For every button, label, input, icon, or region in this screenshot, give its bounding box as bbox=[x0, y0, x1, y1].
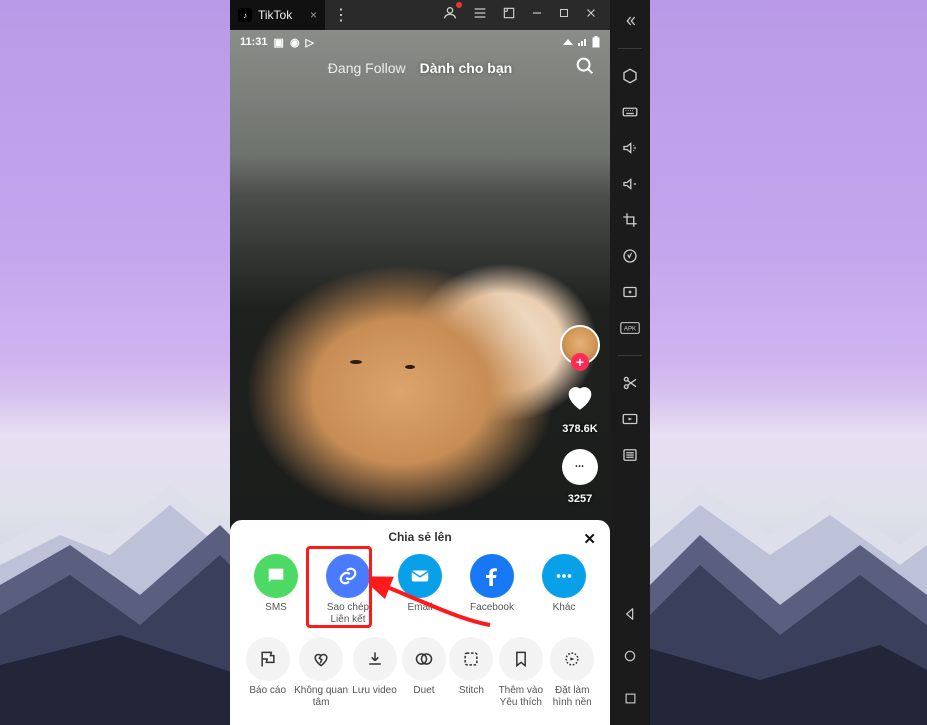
action-save[interactable]: Lưu video bbox=[350, 637, 400, 708]
more-icon bbox=[542, 554, 586, 598]
hexagon-icon[interactable] bbox=[619, 65, 641, 87]
share-facebook[interactable]: Facebook bbox=[461, 554, 523, 625]
share-title: Chia sẻ lên bbox=[240, 530, 600, 544]
status-shield-icon: ◉ bbox=[290, 36, 300, 49]
for-you-tab[interactable]: Dành cho bạn bbox=[420, 60, 513, 76]
app-tab-tiktok[interactable]: ♪ TikTok × bbox=[230, 0, 325, 30]
share-row-actions: Báo cáo Không quantâm Lưu video bbox=[240, 637, 600, 708]
stitch-label: Stitch bbox=[459, 685, 484, 707]
copylink-label-1: Sao chép bbox=[327, 602, 369, 613]
fullscreen-icon[interactable] bbox=[502, 6, 516, 25]
menu-icon[interactable] bbox=[472, 5, 488, 26]
notification-dot bbox=[456, 2, 462, 8]
link-icon bbox=[326, 554, 370, 598]
scissors-icon[interactable] bbox=[619, 372, 641, 394]
status-bar: 11:31 ▣ ◉ ▷ bbox=[230, 30, 610, 54]
wifi-icon bbox=[562, 37, 574, 47]
video-actions: + 378.6K ••• 3257 bbox=[560, 325, 600, 505]
status-app-icon: ▣ bbox=[274, 36, 284, 49]
duet-label: Duet bbox=[413, 685, 434, 707]
search-icon[interactable] bbox=[574, 55, 596, 82]
share-copy-link[interactable]: Sao chép Liên kết bbox=[317, 554, 379, 625]
fav-l1: Thêm vào bbox=[499, 685, 543, 696]
screenshot-icon[interactable] bbox=[619, 281, 641, 303]
minimize-icon[interactable] bbox=[530, 6, 544, 25]
following-tab[interactable]: Đang Follow bbox=[328, 60, 406, 76]
like-count: 378.6K bbox=[562, 423, 597, 435]
action-not-interested[interactable]: Không quantâm bbox=[294, 637, 348, 708]
report-icon bbox=[246, 637, 290, 681]
download-icon bbox=[353, 637, 397, 681]
email-icon bbox=[398, 554, 442, 598]
share-email[interactable]: Email bbox=[389, 554, 451, 625]
nav-home-icon[interactable] bbox=[619, 645, 641, 667]
volume-up-icon[interactable] bbox=[619, 137, 641, 159]
more-vert-icon[interactable]: ⋮ bbox=[333, 5, 349, 25]
action-duet[interactable]: Duet bbox=[401, 637, 447, 708]
close-window-icon[interactable] bbox=[584, 6, 598, 25]
volume-down-icon[interactable] bbox=[619, 173, 641, 195]
duet-icon bbox=[402, 637, 446, 681]
share-sms[interactable]: SMS bbox=[245, 554, 307, 625]
wp-l1: Đặt làm bbox=[555, 685, 589, 696]
sms-icon bbox=[254, 554, 298, 598]
report-label: Báo cáo bbox=[249, 685, 286, 707]
action-stitch[interactable]: Stitch bbox=[448, 637, 494, 708]
stitch-icon bbox=[449, 637, 493, 681]
signal-icon bbox=[577, 37, 589, 47]
email-label: Email bbox=[407, 602, 432, 624]
nav-recent-icon[interactable] bbox=[619, 687, 641, 709]
action-report[interactable]: Báo cáo bbox=[243, 637, 293, 708]
sms-label: SMS bbox=[265, 602, 287, 624]
feed-tabs: Đang Follow Dành cho bạn bbox=[230, 60, 610, 76]
crop-icon[interactable] bbox=[619, 209, 641, 231]
android-nav bbox=[610, 591, 650, 725]
apk-icon[interactable]: APK bbox=[619, 317, 641, 339]
emulator-window: ♪ TikTok × ⋮ bbox=[230, 0, 650, 725]
emulator-main: ♪ TikTok × ⋮ bbox=[230, 0, 610, 725]
tab-close-icon[interactable]: × bbox=[310, 8, 317, 22]
comment-count: 3257 bbox=[568, 493, 592, 505]
list-icon[interactable] bbox=[619, 444, 641, 466]
share-sheet: Chia sẻ lên ✕ SMS Sao chép bbox=[230, 520, 610, 725]
author-avatar[interactable]: + bbox=[560, 325, 600, 365]
copylink-label-2: Liên kết bbox=[330, 614, 365, 625]
facebook-label: Facebook bbox=[470, 602, 514, 624]
like-button[interactable] bbox=[562, 379, 598, 415]
share-close-icon[interactable]: ✕ bbox=[583, 530, 596, 548]
ni-l1: Không quan bbox=[294, 685, 348, 696]
fav-l2: Yêu thích bbox=[500, 697, 542, 708]
emulator-sidebar: APK bbox=[610, 0, 650, 725]
account-icon[interactable] bbox=[442, 5, 458, 26]
status-time: 11:31 bbox=[240, 36, 268, 48]
keyboard-icon[interactable] bbox=[619, 101, 641, 123]
bookmark-icon bbox=[499, 637, 543, 681]
action-wallpaper[interactable]: Đặt làmhình nền bbox=[547, 637, 597, 708]
collapse-icon[interactable] bbox=[619, 10, 641, 32]
nav-back-icon[interactable] bbox=[619, 603, 641, 625]
status-play-icon: ▷ bbox=[306, 36, 314, 49]
facebook-icon bbox=[470, 554, 514, 598]
svg-text:APK: APK bbox=[624, 325, 637, 332]
tiktok-app-icon: ♪ bbox=[238, 8, 252, 22]
maximize-icon[interactable] bbox=[558, 6, 570, 24]
follow-plus-icon[interactable]: + bbox=[571, 353, 589, 371]
autorotate-icon[interactable] bbox=[619, 245, 641, 267]
record-icon[interactable] bbox=[619, 408, 641, 430]
heart-broken-icon bbox=[299, 637, 343, 681]
wallpaper-icon bbox=[550, 637, 594, 681]
share-row-apps: SMS Sao chép Liên kết bbox=[240, 554, 600, 625]
action-favorite[interactable]: Thêm vàoYêu thích bbox=[496, 637, 546, 708]
battery-icon bbox=[592, 36, 600, 48]
ni-l2: tâm bbox=[313, 697, 330, 708]
titlebar: ♪ TikTok × ⋮ bbox=[230, 0, 610, 30]
wp-l2: hình nền bbox=[553, 697, 592, 708]
share-more[interactable]: Khác bbox=[533, 554, 595, 625]
comment-button[interactable]: ••• bbox=[562, 449, 598, 485]
save-label: Lưu video bbox=[352, 685, 397, 707]
tab-title: TikTok bbox=[258, 8, 292, 22]
more-label: Khác bbox=[553, 602, 576, 624]
phone-screen: 11:31 ▣ ◉ ▷ Đang Follow Dành cho bạn bbox=[230, 30, 610, 725]
